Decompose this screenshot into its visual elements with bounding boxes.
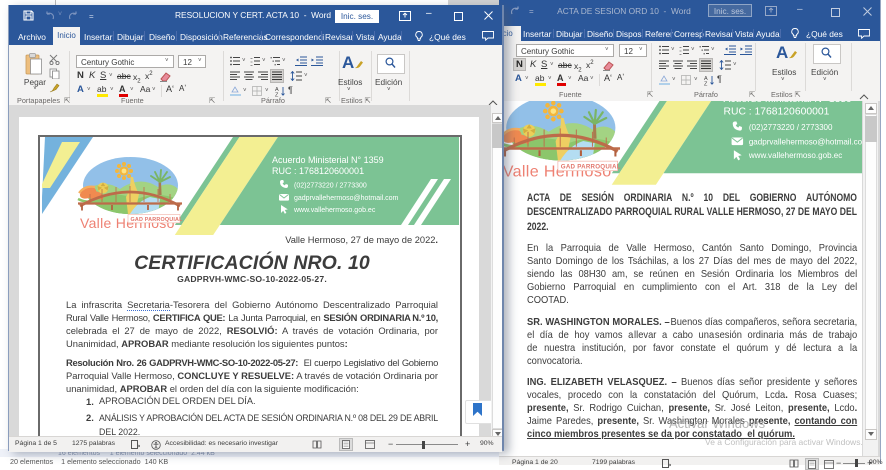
svg-text:Z: Z bbox=[704, 82, 708, 87]
